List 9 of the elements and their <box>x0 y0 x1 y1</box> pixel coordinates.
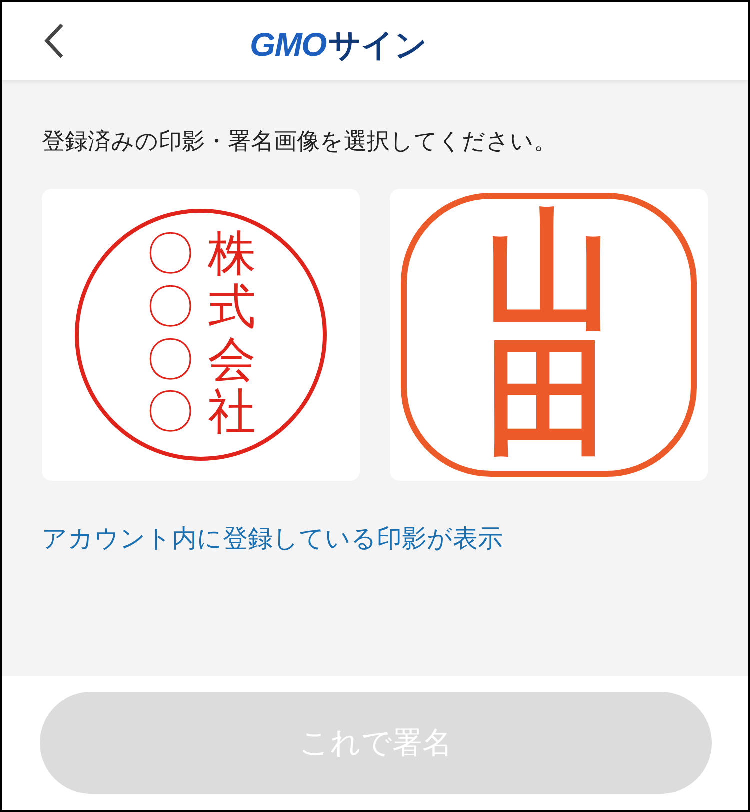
seal-card[interactable]: 山田 <box>390 188 708 480</box>
seal-text: 〇〇〇〇 <box>146 228 194 440</box>
seal-text: 株式会社 <box>208 228 256 440</box>
info-text: アカウント内に登録している印影が表示 <box>42 524 504 554</box>
seal-text: 山田 <box>485 206 613 462</box>
seal-card[interactable]: 〇〇〇〇 株式会社 <box>42 188 360 480</box>
logo-text: GMO <box>250 25 326 65</box>
logo-text: サイン <box>328 26 428 65</box>
instruction-text: 登録済みの印影・署名画像を選択してください。 <box>42 127 558 156</box>
